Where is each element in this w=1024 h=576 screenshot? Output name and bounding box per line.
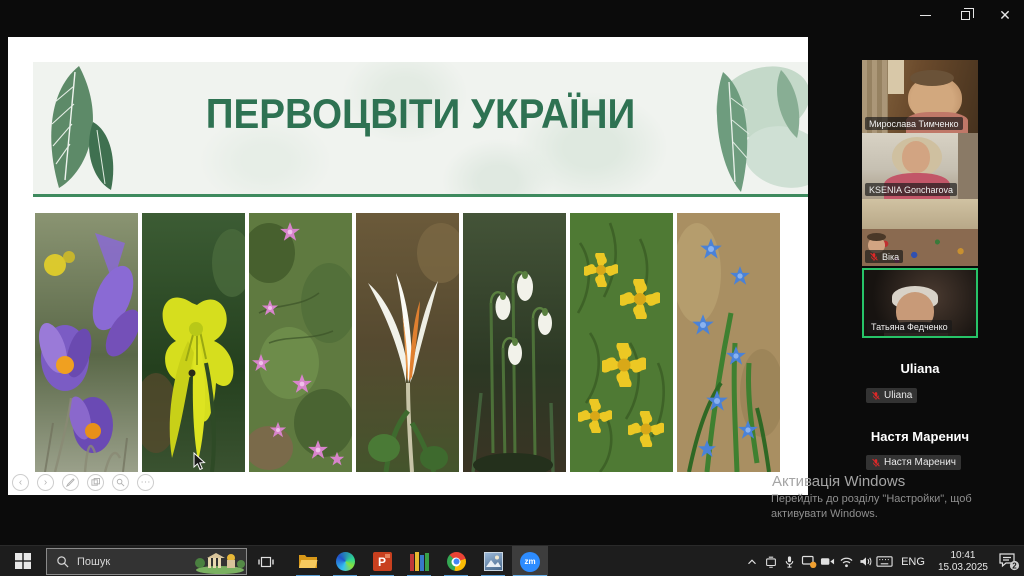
minimize-button[interactable] [912,4,938,26]
file-explorer-icon [298,553,318,570]
edge-icon [336,552,355,571]
tray-screenshare-button[interactable] [799,546,818,576]
zoom-app-icon: zm [520,552,540,572]
photos-button[interactable] [475,546,511,576]
screen-share-icon [801,554,817,569]
microphone-icon [783,555,796,569]
action-center-button[interactable]: 2 [994,546,1024,576]
muted-mic-icon [869,252,879,262]
prev-slide-button[interactable]: ‹ [12,474,29,491]
close-button[interactable]: ✕ [992,4,1018,26]
tray-touch-keyboard-button[interactable] [875,546,894,576]
wifi-icon [839,555,854,568]
participant-display-name[interactable]: Uliana [862,361,978,376]
sync-icon [764,555,778,569]
tray-microphone-button[interactable] [780,546,799,576]
more-options-button[interactable]: ⋯ [137,474,154,491]
tray-sync-button[interactable] [761,546,780,576]
participant-name-label: Мирослава Тимченко [865,117,963,130]
date: 15.03.2025 [938,562,988,574]
photo-white-crocus [356,213,459,472]
minimize-icon [920,15,931,16]
slideshow-controls: ‹ › ⋯ [12,474,154,491]
presentation-slide: ПЕРВОЦВІТИ УКРАЇНИ [8,37,808,495]
taskbar: Пошук [0,545,1024,576]
participant-name-label: Віка [865,250,903,263]
chrome-button[interactable] [438,546,474,576]
zoom-app-button[interactable]: zm [512,546,548,576]
show-all-slides-button[interactable] [87,474,104,491]
video-tile-tatyana-active-speaker[interactable]: Татьяна Федченко [862,268,978,338]
photo-blue-scilla [677,213,780,472]
window-controls: ✕ [912,4,1018,26]
pen-icon [66,478,75,487]
search-icon [56,555,69,568]
slide-title-banner: ПЕРВОЦВІТИ УКРАЇНИ [33,62,808,197]
participant-name-label: Настя Маренич [866,455,961,470]
video-tile-myroslava[interactable]: Мирослава Тимченко [862,60,978,133]
windows-activation-title: Активація Windows [772,473,905,490]
participant-face [902,141,930,173]
video-tile-vika[interactable]: Віка [862,199,978,266]
mouse-cursor [193,452,206,471]
windows-activation-line1: Перейдіть до розділу "Настройки", щоб [771,493,972,505]
flower-photo-strip [35,213,780,472]
photos-icon [484,552,503,571]
time: 10:41 [938,550,988,562]
close-icon: ✕ [999,8,1011,22]
task-view-icon [258,554,274,570]
edge-button[interactable] [327,546,363,576]
search-box[interactable]: Пошук [46,548,247,575]
svg-text:2: 2 [1012,561,1017,570]
tray-volume-button[interactable] [856,546,875,576]
winrar-icon [410,552,429,571]
notification-icon: 2 [998,552,1020,572]
tray-camera-button[interactable] [818,546,837,576]
chrome-icon [447,552,466,571]
photo-pink-primrose [249,213,352,472]
start-button[interactable] [0,546,46,576]
search-placeholder: Пошук [77,556,186,568]
winrar-button[interactable] [401,546,437,576]
clock[interactable]: 10:41 15.03.2025 [932,550,994,574]
participant-name-label: Uliana [866,388,917,403]
participant-name-label: KSENIA Goncharova [865,183,957,196]
next-slide-button[interactable]: › [37,474,54,491]
chevron-up-icon [745,555,759,569]
powerpoint-button[interactable]: P [364,546,400,576]
photo-yellow-erythronium [142,213,245,472]
desktop: ✕ ПЕРВОЦВІТИ УКРАЇНИ [0,0,1024,576]
slide-title: ПЕРВОЦВІТИ УКРАЇНИ [64,90,777,138]
participant-display-name[interactable]: Настя Маренич [862,429,978,444]
tray-wifi-button[interactable] [837,546,856,576]
muted-mic-icon [871,391,881,401]
camera-icon [820,555,835,568]
video-tile-ksenia[interactable]: KSENIA Goncharova [862,133,978,199]
slides-icon [91,478,100,487]
photo-pasque-flower [35,213,138,472]
file-explorer-button[interactable] [290,546,326,576]
system-tray: ENG 10:41 15.03.2025 2 [742,546,1024,576]
participant-name-label: Татьяна Федченко [867,320,952,333]
language-indicator[interactable]: ENG [894,556,932,568]
magnifier-icon [116,478,125,487]
pen-tool-button[interactable] [62,474,79,491]
zoom-slide-button[interactable] [112,474,129,491]
tray-chevron-button[interactable] [742,546,761,576]
powerpoint-icon: P [373,552,392,571]
search-doodle-image [194,549,246,574]
keyboard-icon [876,555,893,568]
photo-spring-adonis [570,213,673,472]
restore-button[interactable] [952,4,978,26]
windows-logo-icon [15,553,31,569]
restore-icon [961,11,970,20]
task-view-button[interactable] [250,546,282,576]
speaker-icon [859,555,873,568]
windows-activation-line2: активувати Windows. [771,508,878,520]
photo-snowdrops [463,213,566,472]
muted-mic-icon [871,458,881,468]
